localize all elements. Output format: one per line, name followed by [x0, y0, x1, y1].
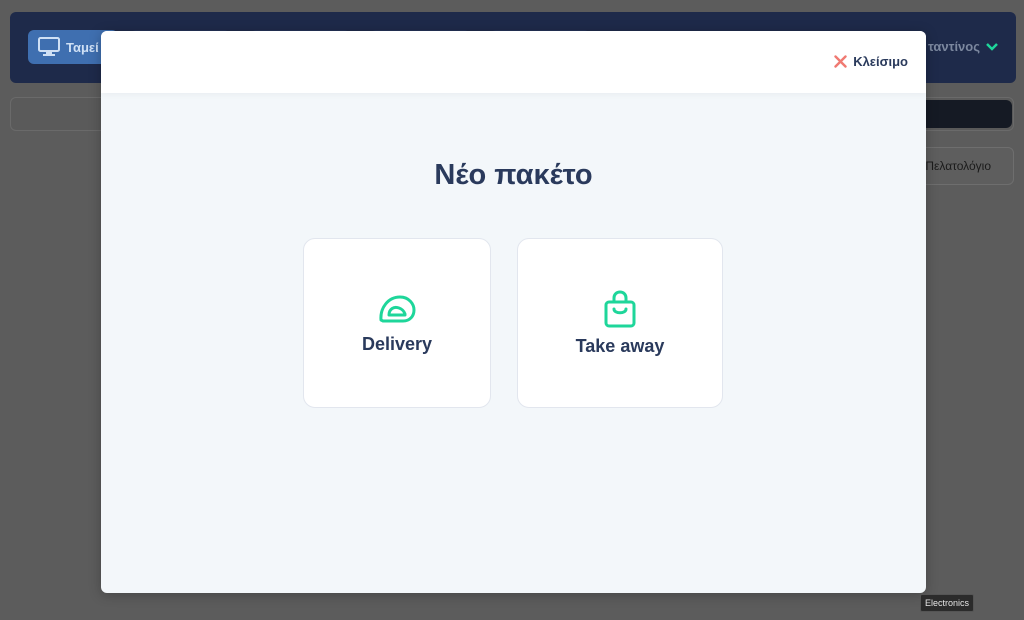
takeaway-option[interactable]: Take away	[517, 238, 723, 408]
chevron-down-icon	[986, 42, 998, 51]
customers-button[interactable]: Πελατολόγιο	[914, 147, 1014, 185]
customers-button-label: Πελατολόγιο	[925, 159, 991, 173]
close-label: Κλείσιμο	[853, 54, 908, 69]
user-menu[interactable]: ταντίνος	[928, 39, 998, 54]
takeaway-label: Take away	[575, 335, 665, 356]
helmet-icon	[379, 295, 416, 322]
shopping-bag-icon	[604, 289, 636, 327]
new-package-modal: Κλείσιμο Νέο πακέτο Delivery Take away	[101, 31, 926, 593]
monitor-icon	[38, 37, 60, 56]
delivery-label: Delivery	[361, 333, 433, 354]
close-icon	[834, 55, 847, 68]
tooltip: Electronics	[920, 594, 975, 612]
modal-header: Κλείσιμο	[101, 31, 926, 93]
modal-title: Νέο πακέτο	[434, 159, 593, 191]
close-button[interactable]: Κλείσιμο	[834, 54, 908, 69]
delivery-option[interactable]: Delivery	[303, 238, 491, 408]
tab-cashier-label: Ταμεί	[66, 39, 99, 55]
user-name: ταντίνος	[927, 39, 980, 54]
